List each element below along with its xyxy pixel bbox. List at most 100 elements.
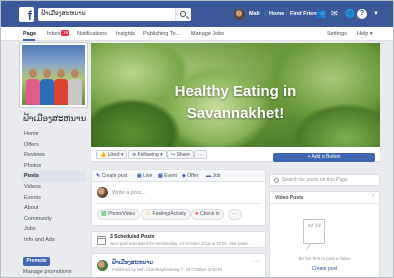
help-icon[interactable]: ? — [357, 9, 367, 19]
more-options-button[interactable]: ··· — [194, 150, 207, 159]
page-admin-tabbar: Page Inbox 16 Notifications Insights Publ… — [1, 27, 393, 41]
scheduled-posts-title: 3 Scheduled Posts — [110, 234, 155, 240]
composer-tab-live[interactable]: ▣ Live — [137, 172, 152, 180]
video-posts-title: Video Posts — [275, 195, 304, 201]
tab-manage-jobs[interactable]: Manage Jobs — [191, 30, 224, 38]
share-button[interactable]: ↪ Share — [167, 150, 194, 159]
topbar-divider — [265, 10, 266, 18]
page-sidebar-nav: Home Offers Reviews Photos Posts Videos … — [21, 129, 86, 246]
composer-tab-create-post[interactable]: ✎ Create post — [96, 172, 127, 180]
search-icon — [180, 11, 186, 17]
sidebar-item-videos[interactable]: Videos — [24, 182, 86, 193]
tab-insights[interactable]: Insights — [116, 30, 135, 38]
profile-link[interactable]: Mali — [249, 10, 260, 18]
topbar-divider — [286, 10, 287, 18]
feeling-activity-button[interactable]: ☺ Feeling/Activity — [141, 209, 192, 220]
video-posts-header: Video Posts › — [270, 192, 379, 204]
page-profile-picture[interactable] — [20, 43, 87, 107]
cover-title-line-2: Savannakhet! — [186, 105, 285, 122]
page-posts-search-placeholder: Search for posts on this Page — [282, 177, 348, 183]
smiley-icon: ☺ — [145, 211, 152, 217]
speech-bubble-tail-icon — [306, 244, 316, 250]
composer-tab-label: Event — [164, 173, 177, 179]
feed-post: ຟ້າເມືອງສະຫນານ Published by Nith Chantha… — [91, 253, 266, 277]
following-button[interactable]: ⊛ Following ▾ — [128, 150, 167, 159]
tab-notifications[interactable]: Notifications — [77, 30, 107, 38]
page-posts-search-input[interactable]: Search for posts on this Page — [269, 174, 380, 186]
composer-tab-job[interactable]: ▬ Job — [206, 172, 220, 180]
sidebar-item-home[interactable]: Home — [24, 129, 86, 140]
sidebar-item-posts[interactable]: Posts — [21, 171, 86, 182]
photo-video-button[interactable]: ▩ Photo/Video — [97, 209, 141, 220]
speech-bubble-icon: “” — [303, 219, 325, 244]
location-pin-icon: ● — [195, 211, 199, 217]
home-link[interactable]: Home — [269, 10, 284, 18]
sidebar-item-info-and-ads[interactable]: Info and Ads — [24, 235, 86, 246]
search-input[interactable]: ຟ້າເມືອງສະຫນານ — [38, 8, 191, 21]
tab-publishing-tools[interactable]: Publishing To... — [143, 30, 180, 38]
sidebar-item-events[interactable]: Events — [24, 193, 86, 204]
composer-text-input[interactable]: Write a post... — [112, 189, 146, 197]
dropdown-icon[interactable]: ▼ — [373, 9, 379, 19]
composer-tab-offer[interactable]: ◆ Offer — [182, 172, 198, 180]
composer-tab-label: Create post — [101, 173, 128, 179]
inbox-count-badge: 16 — [61, 30, 70, 36]
composer-tab-event[interactable]: ▦ Event — [158, 172, 177, 180]
sidebar-item-jobs[interactable]: Jobs — [24, 224, 86, 235]
profile-photo-person — [54, 69, 68, 105]
messages-icon[interactable]: ✉ — [331, 9, 338, 19]
add-a-button[interactable]: + Add a Button — [273, 153, 375, 162]
composer-tab-label: Offer — [187, 173, 199, 179]
composer-more-button[interactable]: ··· — [228, 209, 242, 220]
sidebar-item-photos[interactable]: Photos — [24, 161, 86, 172]
calendar-icon: ▦ — [158, 173, 163, 179]
offer-tag-icon: ◆ — [182, 173, 186, 179]
sidebar-item-community[interactable]: Community — [24, 214, 86, 225]
tab-inbox[interactable]: Inbox 16 — [47, 30, 70, 38]
pencil-icon: ✎ — [96, 173, 101, 179]
page-name[interactable]: ຟ້າເມືອງສະຫນານ — [23, 113, 86, 124]
scheduled-posts-card[interactable]: 3 Scheduled Posts Next post scheduled fo… — [91, 231, 266, 248]
user-avatar[interactable] — [234, 9, 245, 20]
promote-button[interactable]: Promote — [23, 257, 50, 266]
composer-tabs: ✎ Create post ▣ Live ▦ Event ◆ Offer ▬ J… — [92, 170, 265, 182]
following-button-label: Following ▾ — [137, 152, 163, 158]
post-options-button[interactable]: ··· — [253, 258, 260, 265]
composer-tab-label: Job — [212, 173, 221, 179]
friends-icon[interactable]: 👥 — [316, 9, 326, 19]
search-icon — [274, 178, 279, 183]
rss-icon: ⊛ — [132, 152, 137, 158]
liked-button-label: Liked ▾ — [107, 152, 124, 158]
sidebar-item-reviews[interactable]: Reviews — [24, 150, 86, 161]
liked-button[interactable]: 👍 Liked ▾ — [96, 150, 128, 159]
post-author-avatar[interactable] — [97, 260, 108, 271]
post-author-name[interactable]: ຟ້າເມືອງສະຫນານ — [112, 260, 153, 267]
tab-settings[interactable]: Settings — [327, 30, 347, 38]
check-in-button[interactable]: ● Check in — [191, 209, 225, 220]
photo-icon: ▩ — [101, 211, 107, 217]
cover-photo[interactable]: Healthy Eating in Savannakhet! — [91, 43, 380, 147]
create-post-link[interactable]: Create post — [270, 266, 379, 273]
tab-page[interactable]: Page — [23, 30, 36, 38]
photo-video-label: Photo/Video — [108, 211, 136, 217]
feeling-activity-label: Feeling/Activity — [152, 211, 187, 217]
search-input-value: ຟ້າເມືອງສະຫນານ — [41, 11, 86, 17]
sidebar-item-about[interactable]: About — [24, 203, 86, 214]
check-in-label: Check in — [200, 211, 220, 217]
facebook-logo-icon[interactable]: f — [19, 7, 34, 22]
active-tab-indicator — [23, 39, 35, 41]
scheduled-posts-subtitle: Next post scheduled for Wednesday, 24 Oc… — [110, 241, 249, 246]
video-posts-more-link[interactable]: › — [372, 193, 374, 200]
thumbs-up-icon: 👍 — [100, 152, 107, 158]
sidebar-item-offers[interactable]: Offers — [24, 140, 86, 151]
tab-help[interactable]: Help ▾ — [357, 30, 373, 38]
video-posts-card: Video Posts › “” Be the first to post a … — [269, 191, 380, 277]
notifications-icon[interactable]: 🌐 — [345, 9, 355, 19]
profile-photo-person — [26, 69, 40, 105]
video-posts-empty-text: Be the first to post a video — [298, 256, 351, 261]
manage-promotions-link[interactable]: Manage promotions — [23, 268, 72, 276]
profile-photo-person — [68, 69, 82, 105]
briefcase-icon: ▬ — [206, 173, 211, 179]
search-button[interactable] — [175, 8, 191, 21]
cover-title-line-1: Healthy Eating in — [174, 83, 297, 100]
